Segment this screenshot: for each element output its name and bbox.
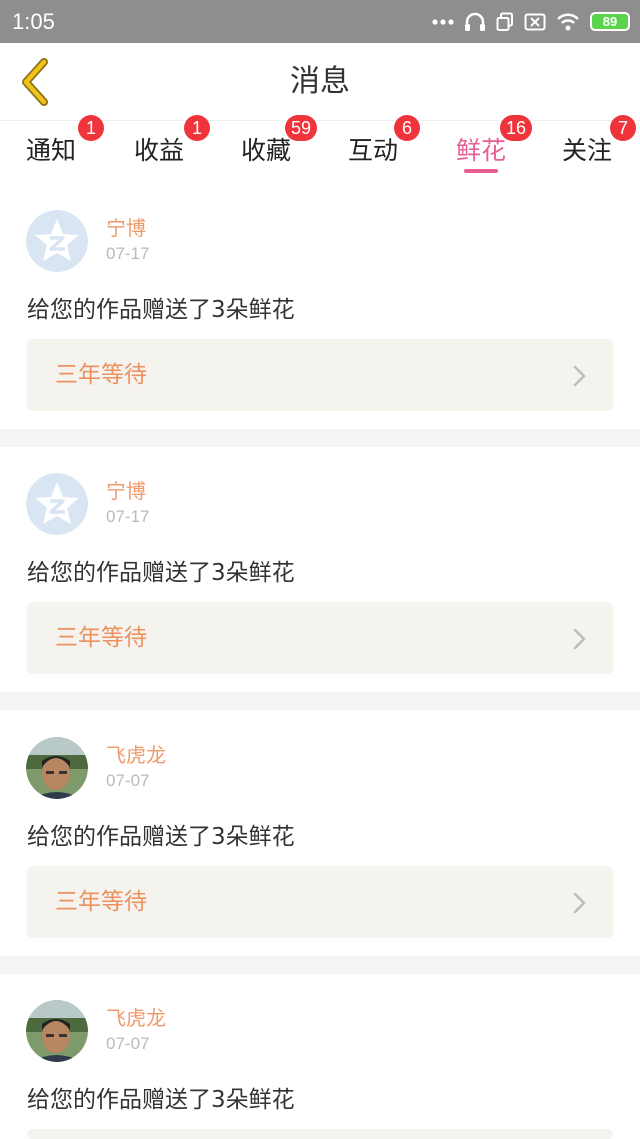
tab-label: 互动 [348, 136, 399, 165]
avatar[interactable] [26, 473, 88, 535]
status-icons: 89 [432, 12, 630, 32]
username[interactable]: 宁博 [106, 212, 146, 241]
active-tab-indicator [464, 169, 498, 173]
tab-interactions[interactable]: 互动 6 [348, 115, 420, 179]
tab-label: 鲜花 [456, 136, 507, 165]
username[interactable]: 宁博 [106, 475, 146, 504]
message-date: 07-07 [106, 1034, 150, 1053]
work-title: 三年等待 [55, 889, 147, 915]
card-separator [0, 692, 640, 710]
tab-bar: 通知 1 收益 1 收藏 59 互动 6 鲜花 16 关注 7 [0, 115, 640, 179]
avatar[interactable] [26, 210, 88, 272]
photo-avatar-icon [26, 737, 88, 799]
tab-label: 关注 [562, 136, 613, 165]
tab-badge: 7 [610, 115, 636, 141]
tab-badge: 6 [394, 115, 420, 141]
header: 消息 [0, 43, 640, 121]
message-date: 07-07 [106, 771, 150, 790]
chevron-right-icon [573, 892, 586, 914]
wifi-icon [557, 13, 579, 30]
tab-badge: 1 [78, 115, 104, 141]
more-dots-icon [432, 18, 454, 25]
work-title: 三年等待 [55, 362, 147, 388]
status-bar: 1:05 89 [0, 0, 640, 43]
tab-flowers[interactable]: 鲜花 16 [456, 115, 533, 179]
battery-icon: 89 [590, 12, 630, 31]
status-time: 1:05 [12, 8, 55, 34]
tab-favorites[interactable]: 收藏 59 [241, 115, 318, 179]
username[interactable]: 飞虎龙 [106, 1002, 166, 1031]
message-card: 飞虎龙 07-07 给您的作品赠送了3朵鲜花 三年等待 [0, 711, 640, 956]
message-card: 宁博 07-17 给您的作品赠送了3朵鲜花 三年等待 [0, 184, 640, 429]
tab-follows[interactable]: 关注 7 [562, 115, 640, 179]
card-separator [0, 429, 640, 447]
work-link[interactable]: 三年等待 [27, 339, 613, 411]
message-text: 给您的作品赠送了3朵鲜花 [27, 560, 295, 586]
photo-avatar-icon [26, 1000, 88, 1062]
notification-blocked-icon [524, 13, 546, 30]
tab-badge: 1 [184, 115, 210, 141]
message-card: 宁博 07-17 给您的作品赠送了3朵鲜花 三年等待 [0, 447, 640, 692]
tab-badge: 59 [285, 115, 318, 141]
chevron-right-icon [573, 628, 586, 650]
card-separator [0, 956, 640, 974]
tab-label: 收藏 [241, 136, 292, 165]
tab-label: 通知 [26, 136, 77, 165]
work-title: 三年等待 [55, 625, 147, 651]
work-link[interactable]: 三年等待 [27, 866, 613, 938]
message-text: 给您的作品赠送了3朵鲜花 [27, 1087, 295, 1113]
work-link[interactable]: 三年等待 [27, 602, 613, 674]
tab-earnings[interactable]: 收益 1 [134, 115, 210, 179]
qzone-default-avatar-icon [26, 210, 88, 272]
message-card: 飞虎龙 07-07 给您的作品赠送了3朵鲜花 [0, 974, 640, 1139]
avatar[interactable] [26, 737, 88, 799]
message-text: 给您的作品赠送了3朵鲜花 [27, 297, 295, 323]
tab-label: 收益 [134, 136, 185, 165]
avatar[interactable] [26, 1000, 88, 1062]
message-text: 给您的作品赠送了3朵鲜花 [27, 824, 295, 850]
chevron-right-icon [573, 365, 586, 387]
message-date: 07-17 [106, 244, 150, 263]
message-date: 07-17 [106, 507, 150, 526]
headphones-icon [465, 12, 485, 31]
page-title: 消息 [290, 64, 350, 99]
copy-icon [496, 12, 513, 31]
username[interactable]: 飞虎龙 [106, 739, 166, 768]
tab-notifications[interactable]: 通知 1 [26, 115, 104, 179]
tab-badge: 16 [500, 115, 533, 141]
qzone-default-avatar-icon [26, 473, 88, 535]
